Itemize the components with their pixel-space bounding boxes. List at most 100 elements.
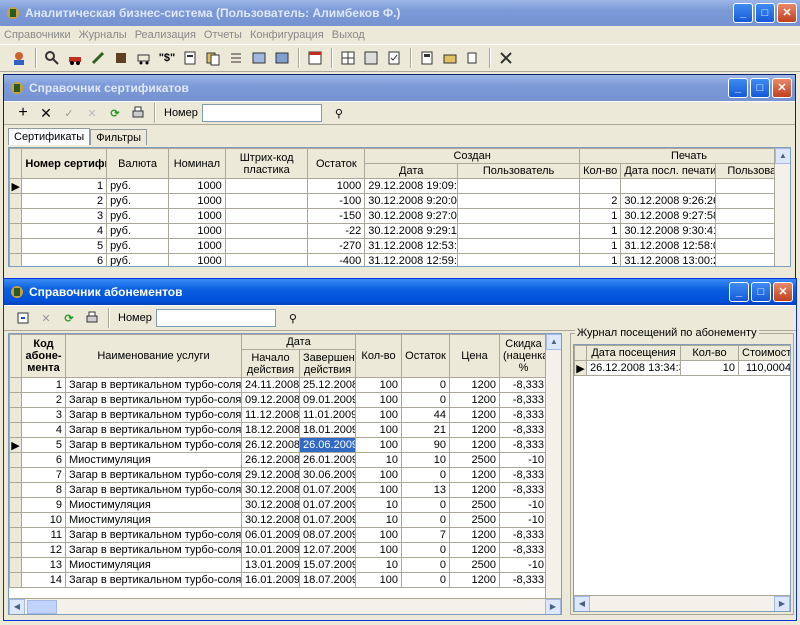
close-button[interactable]: ✕ <box>773 282 793 302</box>
col-naim[interactable]: Наименование услуги <box>65 334 242 378</box>
print-icon[interactable] <box>81 307 103 329</box>
maximize-button[interactable]: □ <box>751 282 771 302</box>
table-row[interactable]: 3Загар в вертикальном турбо-солярии X11.… <box>9 407 549 423</box>
col-zaversh[interactable]: Завершение действия <box>298 349 357 378</box>
tab-filters[interactable]: Фильтры <box>90 129 148 145</box>
users-icon[interactable] <box>8 47 30 69</box>
col-kolvo[interactable]: Кол-во <box>680 345 739 361</box>
table-row[interactable]: ▶5Загар в вертикальном турбо-солярии X26… <box>9 437 549 453</box>
certs-vscroll[interactable]: ▲ <box>774 148 790 266</box>
add-icon[interactable]: + <box>12 102 34 124</box>
table-row[interactable]: ▶ 26.12.2008 13:34:37 10 110,0004 <box>574 360 790 376</box>
col-data-posesh[interactable]: Дата посещения <box>586 345 681 361</box>
grid-icon[interactable] <box>337 47 359 69</box>
open-icon[interactable] <box>12 307 34 329</box>
table-row[interactable]: 14Загар в вертикальном турбо-солярии X16… <box>9 572 549 588</box>
table-row[interactable]: ▶1руб.1000100029.12.2008 19:09:08 <box>9 178 790 194</box>
tools-icon[interactable] <box>495 47 517 69</box>
stamp-icon[interactable] <box>110 47 132 69</box>
col-sozdan[interactable]: Создан <box>364 148 581 164</box>
col-valuta[interactable]: Валюта <box>106 148 170 179</box>
col-skidka[interactable]: Скидка (наценка), % <box>499 334 549 378</box>
menu-realizaciya[interactable]: Реализация <box>135 29 196 41</box>
table-row[interactable]: 11Загар в вертикальном турбо-солярии X06… <box>9 527 549 543</box>
close-button[interactable]: ✕ <box>772 78 792 98</box>
menu-konfiguraciya[interactable]: Конфигурация <box>250 29 324 41</box>
certs-grid[interactable]: Номер сертификата Валюта Номинал Штрих-к… <box>8 147 791 267</box>
calc-icon[interactable] <box>416 47 438 69</box>
table-row[interactable]: 4 руб. 1000 -22 30.12.2008 9:29:11 1 30.12.200… <box>9 223 790 239</box>
col-ostatok[interactable]: Остаток <box>307 148 366 179</box>
cancel-icon[interactable]: ✕ <box>81 102 103 124</box>
col-ostatok[interactable]: Остаток <box>401 334 451 378</box>
folder-icon[interactable] <box>439 47 461 69</box>
table-row[interactable]: 2 руб. 1000 -100 30.12.2008 9:20:09 2 30.12.20… <box>9 193 790 209</box>
refresh-icon[interactable]: ⟳ <box>58 307 80 329</box>
copy-icon[interactable] <box>462 47 484 69</box>
tab-certificates[interactable]: Сертификаты <box>8 128 91 145</box>
col-polz[interactable]: Пользователь <box>457 163 581 179</box>
col-nomer[interactable]: Номер сертификата <box>21 148 108 179</box>
binoculars-icon[interactable]: ⚲ <box>328 102 350 124</box>
minimize-button[interactable]: _ <box>729 282 749 302</box>
table-row[interactable]: 4Загар в вертикальном турбо-солярии X18.… <box>9 422 549 438</box>
table-row[interactable]: 13 Миостимуляция 13.01.2009 15.07.2009 10 0 25… <box>9 557 549 573</box>
col-data[interactable]: Дата <box>240 334 357 350</box>
docs-icon[interactable] <box>202 47 224 69</box>
delete-icon[interactable]: ✕ <box>35 307 57 329</box>
menu-zhurnaly[interactable]: Журналы <box>79 29 127 41</box>
check-doc-icon[interactable] <box>383 47 405 69</box>
table-row[interactable]: 3 руб. 1000 -150 30.12.2008 9:27:00 1 30.12.20… <box>9 208 790 224</box>
minimize-button[interactable]: _ <box>733 3 753 23</box>
dollar-icon[interactable]: "$" <box>156 47 178 69</box>
col-data-posl[interactable]: Дата посл. печати <box>620 163 717 179</box>
table-row[interactable]: 8Загар в вертикальном турбо-солярии X30.… <box>9 482 549 498</box>
calendar-icon[interactable] <box>304 47 326 69</box>
col-kod[interactable]: Код абоне-мента <box>21 334 66 378</box>
pen-icon[interactable] <box>87 47 109 69</box>
col-kolvo[interactable]: Кол-во <box>355 334 403 378</box>
col-kolvo[interactable]: Кол-во <box>579 163 622 179</box>
check-icon[interactable]: ✓ <box>58 102 80 124</box>
table-row[interactable]: 10 Миостимуляция 30.12.2008 01.07.2009 10 0 25… <box>9 512 549 528</box>
nomer-input[interactable] <box>155 309 276 327</box>
table-row[interactable]: 6 Миостимуляция 26.12.2008 26.01.2009 10 10 25… <box>9 452 549 468</box>
list-icon[interactable] <box>225 47 247 69</box>
table-row[interactable]: 6руб.1000-40031.12.2008 12:59:21131.12.2… <box>9 253 790 266</box>
certs-titlebar[interactable]: Справочник сертификатов _ □ ✕ <box>4 75 795 101</box>
search-users-icon[interactable] <box>41 47 63 69</box>
col-stoim[interactable]: Стоимость <box>738 345 790 361</box>
maximize-button[interactable]: □ <box>755 3 775 23</box>
window-icon[interactable] <box>248 47 270 69</box>
report-icon[interactable] <box>179 47 201 69</box>
table-row[interactable]: 2Загар в вертикальном турбо-солярии X09.… <box>9 392 549 408</box>
binoculars-icon[interactable]: ⚲ <box>282 307 304 329</box>
car-icon[interactable] <box>64 47 86 69</box>
table-row[interactable]: 5руб.1000-27031.12.2008 12:53:54131.12.2… <box>9 238 790 254</box>
journal-hscroll[interactable]: ◀ ▶ <box>574 595 790 611</box>
abon-grid[interactable]: Код абоне-мента Наименование услуги Дата… <box>8 333 562 615</box>
table-icon[interactable] <box>360 47 382 69</box>
main-titlebar[interactable]: Аналитическая бизнес-система (Пользовате… <box>0 0 800 26</box>
table-row[interactable]: 1Загар в вертикальном турбо-солярии X24.… <box>9 377 549 393</box>
menu-vyhod[interactable]: Выход <box>332 29 365 41</box>
delete-icon[interactable]: ✕ <box>35 102 57 124</box>
abon-vscroll[interactable]: ▲ <box>545 334 561 600</box>
close-button[interactable]: ✕ <box>777 3 797 23</box>
abon-hscroll[interactable]: ◀ ▶ <box>9 598 561 614</box>
refresh-icon[interactable]: ⟳ <box>104 102 126 124</box>
menu-spravochniki[interactable]: Справочники <box>4 29 71 41</box>
menu-otchety[interactable]: Отчеты <box>204 29 242 41</box>
col-nachalo[interactable]: Начало действия <box>241 349 300 378</box>
nomer-input[interactable] <box>201 104 322 122</box>
col-data[interactable]: Дата <box>364 163 459 179</box>
table-row[interactable]: 12Загар в вертикальном турбо-солярии X10… <box>9 542 549 558</box>
print-icon[interactable] <box>127 102 149 124</box>
table-row[interactable]: 7Загар в вертикальном турбо-солярии X29.… <box>9 467 549 483</box>
table-row[interactable]: 9 Миостимуляция 30.12.2008 01.07.2009 10 0 250… <box>9 497 549 513</box>
col-nominal[interactable]: Номинал <box>168 148 226 179</box>
col-shtrih[interactable]: Штрих-код пластика <box>224 148 309 179</box>
maximize-button[interactable]: □ <box>750 78 770 98</box>
minimize-button[interactable]: _ <box>728 78 748 98</box>
cart-icon[interactable] <box>133 47 155 69</box>
